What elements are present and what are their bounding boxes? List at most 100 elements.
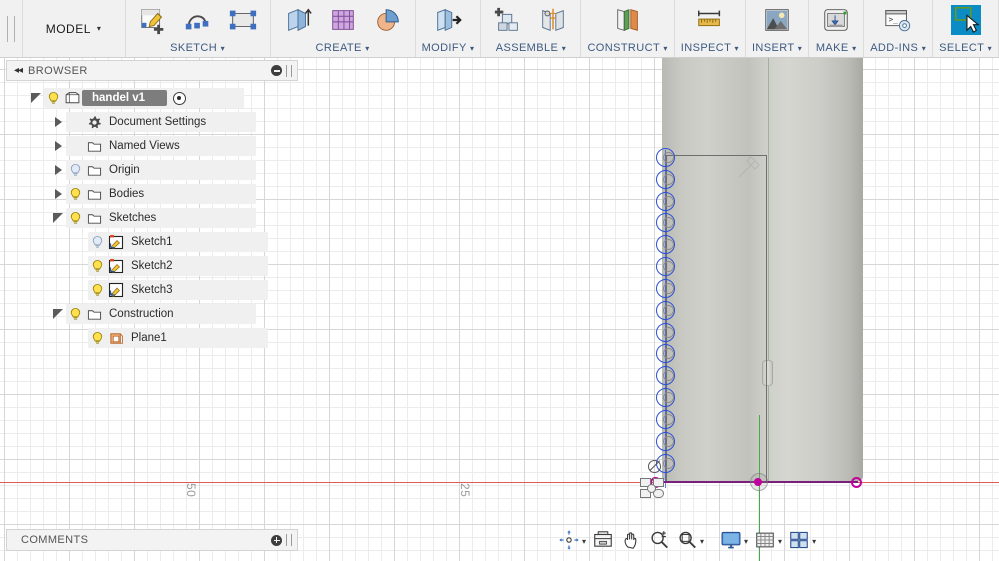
sketch-circle-inner[interactable]: [662, 326, 674, 338]
activate-component-radio[interactable]: [173, 91, 187, 105]
joint-button[interactable]: [532, 1, 574, 41]
tree-item-construction[interactable]: Construction: [6, 302, 298, 326]
toolbar-drag-grip[interactable]: [0, 0, 23, 57]
scripts-addins-button[interactable]: >_: [877, 1, 919, 41]
constraint-glyph-e[interactable]: [647, 484, 656, 493]
tree-item-bodies[interactable]: Bodies: [6, 182, 298, 206]
chevron-down-icon[interactable]: ▾: [700, 537, 704, 546]
sketch-circle-inner[interactable]: [662, 282, 674, 294]
expand-arrow-open-icon[interactable]: [50, 206, 66, 230]
chevron-down-icon[interactable]: ▾: [812, 537, 816, 546]
toolbar-group-label-make[interactable]: MAKE ▾: [815, 41, 857, 56]
tree-item-document-settings[interactable]: Document Settings: [6, 110, 298, 134]
zoom-button[interactable]: [646, 529, 672, 553]
toolbar-group-label-assemble[interactable]: ASSEMBLE ▾: [487, 41, 574, 56]
browser-resize-grip[interactable]: [286, 64, 292, 77]
tree-item-sketch1[interactable]: Sketch1: [6, 230, 298, 254]
sketch-circle-inner[interactable]: [662, 435, 674, 447]
toolbar-group-label-select[interactable]: SELECT ▾: [939, 41, 992, 56]
pattern-button[interactable]: [322, 1, 364, 41]
sketch-circle-inner[interactable]: [662, 195, 674, 207]
expand-arrow-closed-icon[interactable]: [50, 182, 66, 206]
offset-plane-button[interactable]: [607, 1, 649, 41]
expand-arrow-open-icon[interactable]: [28, 86, 44, 110]
expand-arrow-open-icon[interactable]: [50, 302, 66, 326]
expand-arrow-closed-icon[interactable]: [50, 134, 66, 158]
spline-button[interactable]: [177, 1, 219, 41]
chevron-down-icon[interactable]: ▾: [744, 537, 748, 546]
viewport-layout-icon: [788, 529, 810, 554]
tree-item-origin[interactable]: Origin: [6, 158, 298, 182]
sketch-circle-inner[interactable]: [662, 391, 674, 403]
rectangle-button[interactable]: [222, 1, 264, 41]
extrude-button[interactable]: [277, 1, 319, 41]
fit-button[interactable]: ▾: [674, 529, 706, 553]
sketch-circle-inner[interactable]: [662, 216, 674, 228]
toolbar-group-label-create[interactable]: CREATE ▾: [277, 41, 409, 56]
select-tool-button[interactable]: [945, 1, 987, 41]
chevron-down-icon[interactable]: ▾: [582, 537, 586, 546]
toolbar-group-label-modify[interactable]: MODIFY ▾: [422, 41, 475, 56]
display-settings-button[interactable]: ▾: [718, 529, 750, 553]
toolbar-group-label-insert[interactable]: INSERT ▾: [752, 41, 802, 56]
new-sketch-icon: [138, 5, 168, 38]
grid-snaps-button[interactable]: ▾: [752, 529, 784, 553]
visibility-bulb-icon[interactable]: [88, 230, 106, 254]
look-at-button[interactable]: [590, 529, 616, 553]
sketch-circle-inner[interactable]: [662, 304, 674, 316]
tree-item-sketches[interactable]: Sketches: [6, 206, 298, 230]
toolbar-group-label-add-ins[interactable]: ADD-INS ▾: [870, 41, 926, 56]
expand-arrow-closed-icon[interactable]: [50, 158, 66, 182]
sketch-circle-inner[interactable]: [662, 260, 674, 272]
sketch-circle-inner[interactable]: [662, 413, 674, 425]
tree-item-sketch2[interactable]: Sketch2: [6, 254, 298, 278]
workspace-switcher[interactable]: MODEL ▾: [23, 0, 126, 57]
visibility-bulb-icon[interactable]: [88, 326, 106, 350]
browser-minimize-icon[interactable]: [271, 65, 282, 76]
toolbar-group-insert: INSERT ▾: [746, 0, 810, 57]
extrude-icon: [283, 5, 313, 38]
3d-print-button[interactable]: [815, 1, 857, 41]
measure-button[interactable]: [689, 1, 731, 41]
construction-plane-edge: [768, 0, 769, 483]
toolbar-group-label-sketch[interactable]: SKETCH ▾: [132, 41, 264, 56]
visibility-bulb-icon[interactable]: [66, 302, 84, 326]
orbit-button[interactable]: ▾: [556, 529, 588, 553]
ruler-icon: [695, 5, 725, 38]
sketch-profile-rectangle[interactable]: [666, 155, 767, 483]
visibility-bulb-icon[interactable]: [44, 86, 62, 110]
toolbar-group-label-construct[interactable]: CONSTRUCT ▾: [587, 41, 667, 56]
expand-arrow-closed-icon[interactable]: [50, 110, 66, 134]
collapse-left-icon[interactable]: ◂◂: [7, 65, 28, 76]
revolve-button[interactable]: [367, 1, 409, 41]
visibility-bulb-icon[interactable]: [66, 206, 84, 230]
tree-item-label: Document Settings: [109, 116, 207, 128]
tree-item-sketch3[interactable]: Sketch3: [6, 278, 298, 302]
sketch-point[interactable]: [851, 477, 862, 488]
pan-button[interactable]: [618, 529, 644, 553]
tree-item-plane1[interactable]: Plane1: [6, 326, 298, 350]
viewports-button[interactable]: ▾: [786, 529, 818, 553]
chevron-down-icon[interactable]: ▾: [778, 537, 782, 546]
create-sketch-button[interactable]: [132, 1, 174, 41]
visibility-bulb-icon[interactable]: [66, 158, 84, 182]
sketch-circle-inner[interactable]: [662, 457, 674, 469]
sketch-point[interactable]: [754, 478, 762, 486]
tree-item-handel-v1[interactable]: handel v1: [6, 86, 298, 110]
comments-add-icon[interactable]: [271, 534, 282, 546]
sketch-circle-inner[interactable]: [662, 347, 674, 359]
tree-item-named-views[interactable]: Named Views: [6, 134, 298, 158]
visibility-bulb-icon[interactable]: [66, 182, 84, 206]
comments-resize-grip[interactable]: [286, 534, 292, 546]
visibility-bulb-icon[interactable]: [88, 254, 106, 278]
insert-image-button[interactable]: [756, 1, 798, 41]
visibility-bulb-icon[interactable]: [88, 278, 106, 302]
press-pull-button[interactable]: [427, 1, 469, 41]
sketch-circle-inner[interactable]: [662, 173, 674, 185]
sketch-circle-inner[interactable]: [662, 369, 674, 381]
sketch-circle-inner[interactable]: [662, 238, 674, 250]
new-component-button[interactable]: [487, 1, 529, 41]
sketch-circle-inner[interactable]: [662, 151, 674, 163]
constraint-prohibited-icon: [648, 460, 661, 473]
toolbar-group-label-inspect[interactable]: INSPECT ▾: [681, 41, 739, 56]
